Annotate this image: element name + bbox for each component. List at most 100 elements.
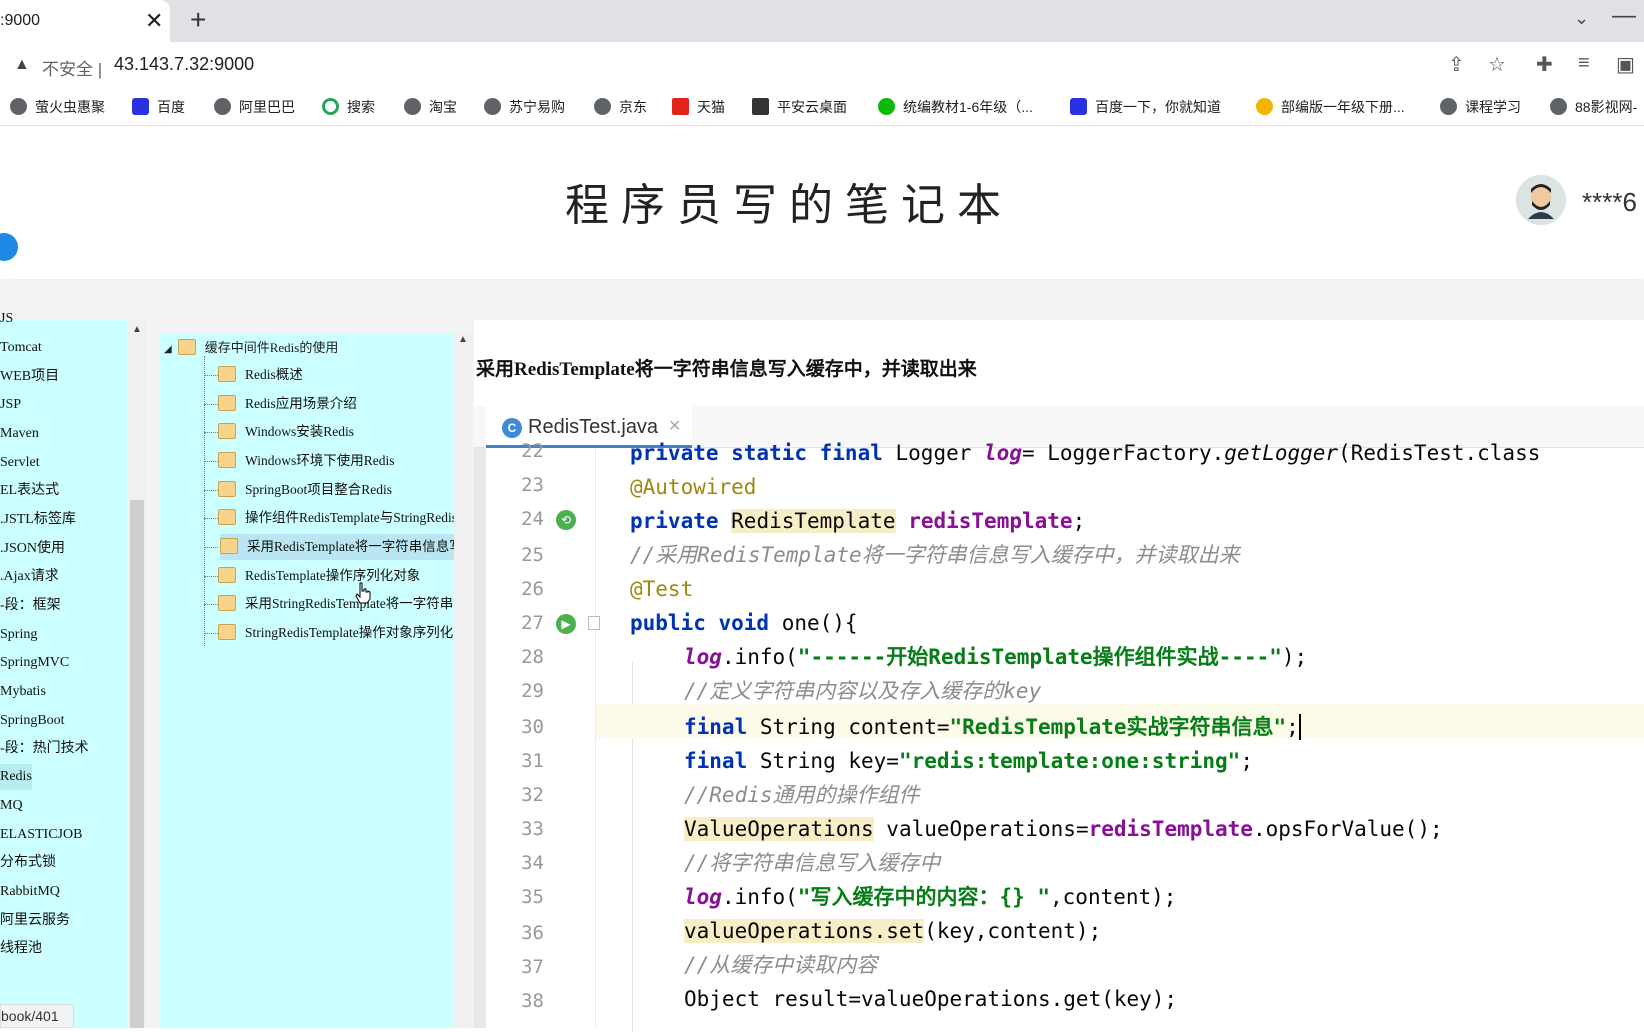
nav-item[interactable]: MQ xyxy=(0,793,120,819)
bookmark-item[interactable]: 百度 xyxy=(132,97,185,117)
code-line: //定义字符串内容以及存入缓存的key xyxy=(684,679,1042,703)
nav-item[interactable]: EL表达式 xyxy=(0,478,120,504)
bookmark-item[interactable]: 统编教材1-6年级（... xyxy=(878,97,1033,117)
folder-open-icon xyxy=(177,339,196,355)
bookmark-item[interactable]: 平安云桌面 xyxy=(752,97,847,117)
tree-connector xyxy=(204,356,205,646)
tab-title: :9000 xyxy=(0,12,41,29)
url-field[interactable]: 43.143.7.32:9000 xyxy=(114,54,254,75)
bookmark-item[interactable]: 部编版一年级下册... xyxy=(1256,97,1405,117)
code-line: //将字符串信息写入缓存中 xyxy=(684,851,941,875)
floating-menu-button[interactable] xyxy=(0,233,18,261)
folder-icon xyxy=(218,509,236,525)
nav-item[interactable]: WEB项目 xyxy=(0,364,120,390)
reading-list-icon[interactable]: ≡ xyxy=(1578,52,1590,75)
side-panel-icon[interactable]: ▣ xyxy=(1616,52,1635,77)
bookmark-item[interactable]: 淘宝 xyxy=(404,97,457,117)
nav-item[interactable]: JSP xyxy=(0,392,120,418)
category-nav: JS Tomcat WEB项目 JSP Maven Servlet EL表达式 … xyxy=(0,311,128,1028)
globe-icon xyxy=(214,98,231,115)
scroll-up-arrow-icon[interactable]: ▲ xyxy=(458,334,468,345)
new-tab-button[interactable]: + xyxy=(190,4,206,36)
tree-item[interactable]: 操作组件RedisTemplate与StringRedisTemplate xyxy=(218,505,454,531)
tree-item-selected[interactable]: 采用RedisTemplate将一字符串信息写入缓存中 xyxy=(220,534,456,560)
nav-item[interactable]: ELASTICJOB xyxy=(0,822,120,848)
article-title: 采用RedisTemplate将一字符串信息写入缓存中，并读取出来 xyxy=(476,359,977,380)
bookmark-item[interactable]: 天猫 xyxy=(672,97,725,117)
bookmark-item[interactable]: 课程学习 xyxy=(1440,97,1521,117)
bookmarks-bar: 萤火虫惠聚 百度 阿里巴巴 搜索 淘宝 苏宁易购 京东 天猫 平安云桌面 统编教… xyxy=(0,88,1644,126)
bookmark-star-icon[interactable]: ☆ xyxy=(1488,52,1506,77)
nav-item[interactable]: Mybatis xyxy=(0,679,120,705)
bean-gutter-icon[interactable]: ⟲ xyxy=(556,510,576,530)
extensions-puzzle-icon[interactable]: ✚ xyxy=(1536,52,1553,77)
bookmark-item[interactable]: 88影视网- xyxy=(1550,97,1637,117)
code-line: Object result=valueOperations.get(key); xyxy=(684,987,1178,1011)
collapse-triangle-icon[interactable]: ◢ xyxy=(164,344,172,355)
tree-root-item[interactable]: ◢ 缓存中间件Redis的使用 xyxy=(164,334,338,362)
wechat-icon xyxy=(878,98,895,115)
line-number: 26 xyxy=(521,578,544,600)
bookmark-item[interactable]: 阿里巴巴 xyxy=(214,97,295,117)
insecure-label[interactable]: 不安全 | xyxy=(42,55,102,80)
baidu-icon xyxy=(132,98,149,115)
warning-icon[interactable]: ▲ xyxy=(14,56,30,74)
tree-item[interactable]: Redis应用场景介绍 xyxy=(218,391,454,417)
nav-item[interactable]: Servlet xyxy=(0,450,120,476)
line-number: 35 xyxy=(521,886,544,908)
line-number: 34 xyxy=(521,852,544,874)
nav-item[interactable]: -段：框架 xyxy=(0,593,120,619)
nav-item[interactable]: RabbitMQ xyxy=(0,879,120,905)
minimize-button[interactable]: — xyxy=(1612,2,1636,30)
line-number: 22 xyxy=(521,440,544,462)
folder-icon xyxy=(218,624,236,640)
scroll-up-arrow-icon[interactable]: ▲ xyxy=(132,324,142,335)
tree-item[interactable]: RedisTemplate操作序列化对象 xyxy=(218,563,454,589)
nav-item[interactable]: SpringMVC xyxy=(0,650,120,676)
bookmark-item[interactable]: 苏宁易购 xyxy=(484,97,565,117)
code-editor-image: C RedisTest.java ✕ 22 23 24 25 26 27 28 … xyxy=(474,406,1644,1032)
tree-item[interactable]: Redis概述 xyxy=(218,362,454,388)
nav-scroll-thumb[interactable] xyxy=(130,500,144,1028)
folder-icon xyxy=(218,481,236,497)
nav-scrollbar[interactable]: ▲ xyxy=(128,320,146,1028)
tree-item[interactable]: Windows环境下使用Redis xyxy=(218,448,454,474)
bookmark-item[interactable]: 萤火虫惠聚 xyxy=(10,97,105,117)
globe-icon xyxy=(1440,98,1457,115)
editor-tab-close-icon[interactable]: ✕ xyxy=(668,416,681,436)
line-number: 30 xyxy=(521,716,544,738)
tree-item[interactable]: 采用StringRedisTemplate将一字符串信息写入缓存中 xyxy=(218,591,454,617)
code-area[interactable]: private static final Logger log= LoggerF… xyxy=(596,441,1644,1032)
bookmark-item[interactable]: 搜索 xyxy=(322,97,375,117)
tab-search-chevron-icon[interactable]: ⌄ xyxy=(1574,8,1589,29)
tree-scrollbar[interactable]: ▲ xyxy=(454,334,472,1028)
line-number: 32 xyxy=(521,784,544,806)
username[interactable]: ****6 xyxy=(1582,187,1637,218)
tree-item[interactable]: StringRedisTemplate操作对象序列化 xyxy=(218,620,454,646)
nav-item[interactable]: Spring xyxy=(0,622,120,648)
address-toolbar: ▲ 不安全 | 43.143.7.32:9000 ⇪ ☆ ✚ ≡ ▣ xyxy=(0,42,1644,88)
bookmark-item[interactable]: 百度一下，你就知道 xyxy=(1070,97,1221,117)
tree-item[interactable]: SpringBoot项目整合Redis xyxy=(218,477,454,503)
browser-tab[interactable]: :9000 ✕ xyxy=(0,0,170,42)
nav-item[interactable]: .Ajax请求 xyxy=(0,564,120,590)
tree-item[interactable]: Windows安装Redis xyxy=(218,419,454,445)
tab-close-icon[interactable]: ✕ xyxy=(145,8,163,34)
avatar[interactable] xyxy=(1516,175,1566,225)
nav-item[interactable]: SpringBoot xyxy=(0,708,120,734)
nav-item[interactable]: JS xyxy=(0,306,120,332)
bookmark-item[interactable]: 京东 xyxy=(594,97,647,117)
nav-item[interactable]: .JSON使用 xyxy=(0,536,120,562)
nav-item[interactable]: .JSTL标签库 xyxy=(0,507,120,533)
nav-item[interactable]: -段：热门技术 xyxy=(0,736,120,762)
nav-item[interactable]: Tomcat xyxy=(0,335,120,361)
nav-item[interactable]: 线程池 xyxy=(0,936,120,962)
nav-item[interactable]: 阿里云服务 xyxy=(0,908,120,934)
nav-item[interactable]: 分布式锁 xyxy=(0,850,120,876)
line-number: 29 xyxy=(521,680,544,702)
share-icon[interactable]: ⇪ xyxy=(1448,52,1465,77)
run-test-gutter-icon[interactable]: ▶ xyxy=(556,614,576,634)
nav-item-active[interactable]: Redis xyxy=(0,764,32,790)
nav-item[interactable]: Maven xyxy=(0,421,120,447)
globe-icon xyxy=(484,98,501,115)
